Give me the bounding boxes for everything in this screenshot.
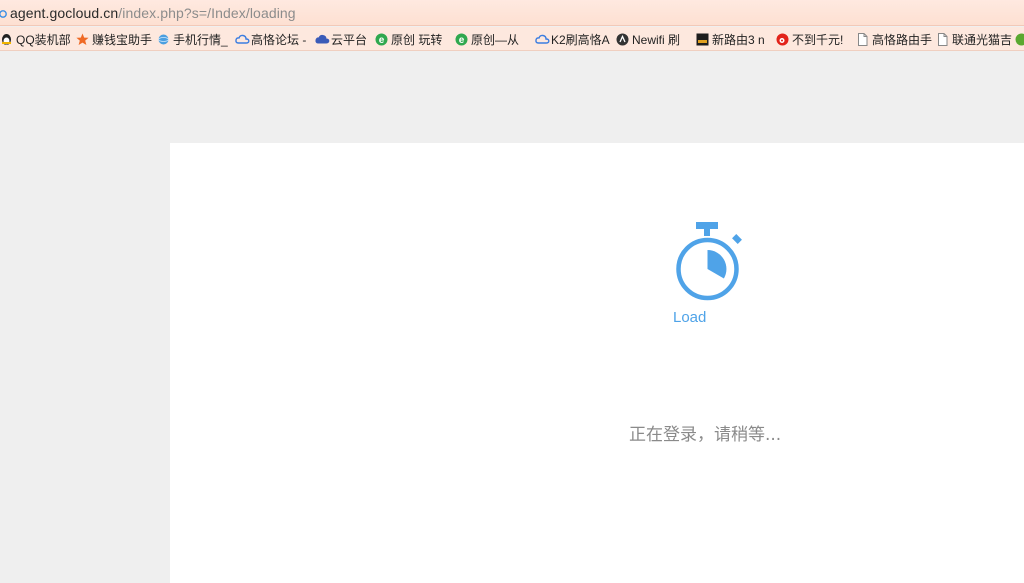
bookmark-budaoqianyuan[interactable]: 不到千元! (776, 27, 844, 50)
bookmark-label: 不到千元! (792, 32, 844, 47)
page-icon (936, 32, 949, 46)
e-browser-icon: e (375, 33, 388, 46)
page-info-icon[interactable] (0, 7, 9, 19)
router-icon (696, 33, 709, 46)
bookmark-label: 新路由3 n (712, 32, 765, 47)
bookmark-overflow[interactable] (1015, 27, 1024, 50)
bookmark-xinluyou[interactable]: 新路由3 n (696, 27, 765, 50)
bookmark-zhuanqianbao[interactable]: 赚钱宝助手 (76, 27, 153, 50)
bookmark-label: 云平台 (331, 32, 368, 47)
bookmark-gaoke-router[interactable]: 高恪路由手 (856, 27, 933, 50)
bookmark-shouji[interactable]: 手机行情_ (157, 27, 228, 50)
bookmark-newifi[interactable]: Newifi 刷 (616, 27, 681, 50)
bookmark-label: 赚钱宝助手 (92, 32, 153, 47)
star-icon (76, 33, 89, 46)
bookmark-gaoke-forum[interactable]: 高恪论坛 - (235, 27, 307, 50)
page-icon (856, 32, 869, 46)
bookmark-label: 高恪论坛 - (251, 32, 307, 47)
url-domain: agent.gocloud.cn (10, 4, 119, 21)
url-text[interactable]: agent.gocloud.cn/index.php?s=/Index/load… (10, 5, 296, 21)
bookmark-label: 手机行情_ (173, 32, 228, 47)
bookmark-qq[interactable]: QQ装机部 (0, 27, 71, 50)
bookmarks-bar: QQ装机部 赚钱宝助手 手机行情_ 高恪论坛 - 云平台 e 原创 玩转 e 原 (0, 27, 1024, 51)
loading-panel (170, 143, 1024, 583)
address-bar[interactable]: agent.gocloud.cn/index.php?s=/Index/load… (0, 0, 1024, 26)
bookmark-label: Newifi 刷 (632, 32, 681, 47)
svg-text:e: e (379, 35, 385, 46)
bookmark-yuanchuang-2[interactable]: e 原创—从 (455, 27, 520, 50)
cloud-icon (535, 33, 550, 46)
bookmark-label: 高恪路由手 (872, 32, 933, 47)
bookmark-k2[interactable]: K2刷高恪A (535, 27, 610, 50)
bookmark-yuanchuang-1[interactable]: e 原创 玩转 (375, 27, 443, 50)
qq-penguin-icon (0, 33, 13, 46)
stopwatch-icon (672, 219, 748, 303)
globe-icon (157, 33, 170, 46)
extension-icon (1015, 33, 1024, 46)
cloud-icon (235, 33, 250, 46)
load-label: Load (673, 309, 707, 326)
weibo-icon (776, 33, 789, 46)
bookmark-label: QQ装机部 (16, 32, 71, 47)
status-message: 正在登录，请稍等... (629, 425, 782, 445)
svg-text:e: e (459, 35, 465, 46)
url-path: /index.php?s=/Index/loading (118, 4, 296, 21)
e-browser-icon: e (455, 33, 468, 46)
bookmark-cloud-platform[interactable]: 云平台 (315, 27, 368, 50)
bookmark-label: 联通光猫吉 (952, 32, 1013, 47)
bookmark-label: 原创—从 (471, 32, 520, 47)
bookmark-label: K2刷高恪A (551, 32, 610, 47)
bookmark-liantong[interactable]: 联通光猫吉 (936, 27, 1013, 50)
cloud-icon (315, 33, 330, 46)
newifi-icon (616, 33, 629, 46)
bookmark-label: 原创 玩转 (391, 32, 443, 47)
